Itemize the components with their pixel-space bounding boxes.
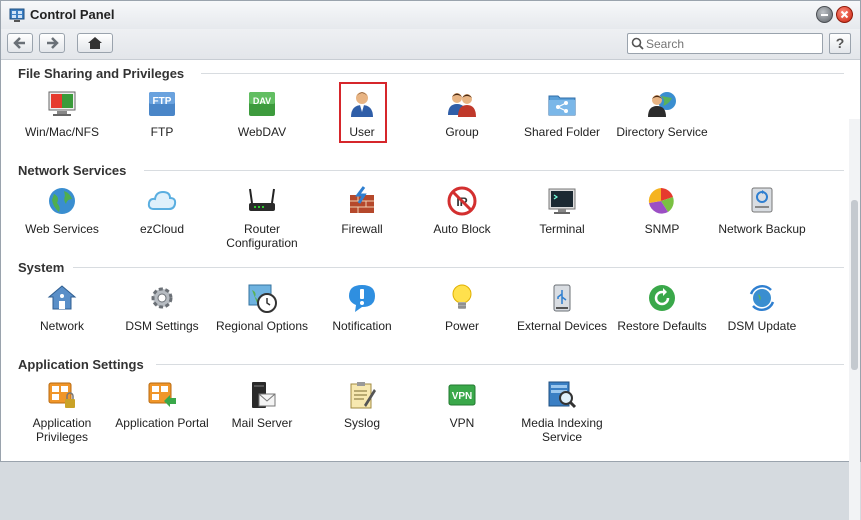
item-shared-folder[interactable]: Shared Folder xyxy=(514,88,610,139)
svg-text:VPN: VPN xyxy=(452,391,473,402)
item-directory-service[interactable]: Directory Service xyxy=(614,88,710,139)
firewall-icon xyxy=(350,186,374,213)
restore-icon xyxy=(649,285,675,311)
webdav-icon: DAV xyxy=(249,92,275,116)
section-divider xyxy=(144,170,844,171)
item-vpn[interactable]: VPN VPN xyxy=(414,379,510,430)
item-network[interactable]: Network xyxy=(14,282,110,333)
win-mac-nfs-icon xyxy=(48,91,76,116)
app-portal-icon xyxy=(148,382,176,407)
scrollbar-thumb[interactable] xyxy=(851,200,858,370)
item-router-configuration[interactable]: Router Configuration xyxy=(214,185,310,250)
help-button[interactable]: ? xyxy=(829,33,851,54)
item-media-indexing-service[interactable]: Media Indexing Service xyxy=(514,379,610,444)
media-indexing-icon xyxy=(548,381,577,409)
group-icon xyxy=(448,93,476,117)
vpn-icon: VPN xyxy=(448,384,476,406)
item-regional-options[interactable]: Regional Options xyxy=(214,282,310,333)
item-ftp[interactable]: FTP FTP xyxy=(114,88,210,139)
item-network-backup[interactable]: Network Backup xyxy=(714,185,810,236)
mail-server-icon xyxy=(252,382,276,408)
search-input[interactable] xyxy=(646,35,816,52)
terminal-icon xyxy=(548,188,576,214)
item-external-devices[interactable]: External Devices xyxy=(514,282,610,333)
section-divider xyxy=(201,73,844,74)
update-icon xyxy=(749,284,775,312)
item-dsm-update[interactable]: DSM Update xyxy=(714,282,810,333)
item-snmp[interactable]: SNMP xyxy=(614,185,710,236)
shared-folder-icon xyxy=(548,95,576,116)
title-bar[interactable]: Control Panel xyxy=(1,1,860,29)
lightbulb-icon xyxy=(452,284,472,309)
item-terminal[interactable]: Terminal xyxy=(514,185,610,236)
app-privileges-icon xyxy=(48,382,75,408)
usb-device-icon xyxy=(553,284,571,312)
toolbar: ? xyxy=(1,29,860,60)
item-dsm-settings[interactable]: DSM Settings xyxy=(114,282,210,333)
item-win-mac-nfs[interactable]: Win/Mac/NFS xyxy=(14,88,110,139)
search-box[interactable] xyxy=(627,33,823,54)
item-auto-block[interactable]: IP Auto Block xyxy=(414,185,510,236)
back-button[interactable] xyxy=(7,33,33,53)
gear-icon xyxy=(151,287,173,309)
item-notification[interactable]: Notification xyxy=(314,282,410,333)
item-syslog[interactable]: Syslog xyxy=(314,379,410,430)
item-webdav[interactable]: DAV WebDAV xyxy=(214,88,310,139)
minimize-icon[interactable] xyxy=(816,6,833,23)
item-application-privileges[interactable]: Application Privileges xyxy=(14,379,110,444)
selected-item-highlight xyxy=(339,82,387,143)
item-power[interactable]: Power xyxy=(414,282,510,333)
cloud-icon xyxy=(147,190,177,210)
item-web-services[interactable]: Web Services xyxy=(14,185,110,236)
svg-text:FTP: FTP xyxy=(153,96,172,107)
control-panel-icon xyxy=(9,8,25,22)
section-divider xyxy=(156,364,844,365)
item-firewall[interactable]: Firewall xyxy=(314,185,410,236)
svg-text:DAV: DAV xyxy=(253,96,271,106)
network-backup-icon xyxy=(751,187,773,213)
control-panel-window: Control Panel ? File Sharing and Privile… xyxy=(0,0,861,520)
window-title: Control Panel xyxy=(30,7,115,22)
item-application-portal[interactable]: Application Portal xyxy=(114,379,210,430)
section-title-application-settings: Application Settings xyxy=(18,357,144,372)
forward-button[interactable] xyxy=(39,33,65,53)
auto-block-icon: IP xyxy=(447,186,477,216)
control-panel-content: File Sharing and Privileges Win/Mac/NFS … xyxy=(1,60,860,520)
arrow-left-icon xyxy=(13,37,25,49)
directory-service-icon xyxy=(648,92,676,117)
item-ezcloud[interactable]: ezCloud xyxy=(114,185,210,236)
search-icon xyxy=(631,37,644,50)
item-mail-server[interactable]: Mail Server xyxy=(214,379,310,430)
home-button[interactable] xyxy=(77,33,113,53)
section-title-file-sharing: File Sharing and Privileges xyxy=(18,66,185,81)
notification-icon xyxy=(349,285,375,312)
section-divider xyxy=(73,267,844,268)
network-home-icon xyxy=(47,285,77,310)
section-title-network-services: Network Services xyxy=(18,163,127,178)
item-group[interactable]: Group xyxy=(414,88,510,139)
section-title-system: System xyxy=(18,260,65,275)
home-icon xyxy=(88,37,102,49)
syslog-icon xyxy=(350,382,376,409)
close-icon[interactable] xyxy=(836,6,853,23)
item-restore-defaults[interactable]: Restore Defaults xyxy=(614,282,710,333)
globe-icon xyxy=(49,188,75,214)
router-icon xyxy=(249,188,275,211)
regional-clock-icon xyxy=(248,284,277,313)
snmp-icon xyxy=(648,188,674,214)
arrow-right-icon xyxy=(47,37,59,49)
ftp-icon: FTP xyxy=(149,92,175,116)
